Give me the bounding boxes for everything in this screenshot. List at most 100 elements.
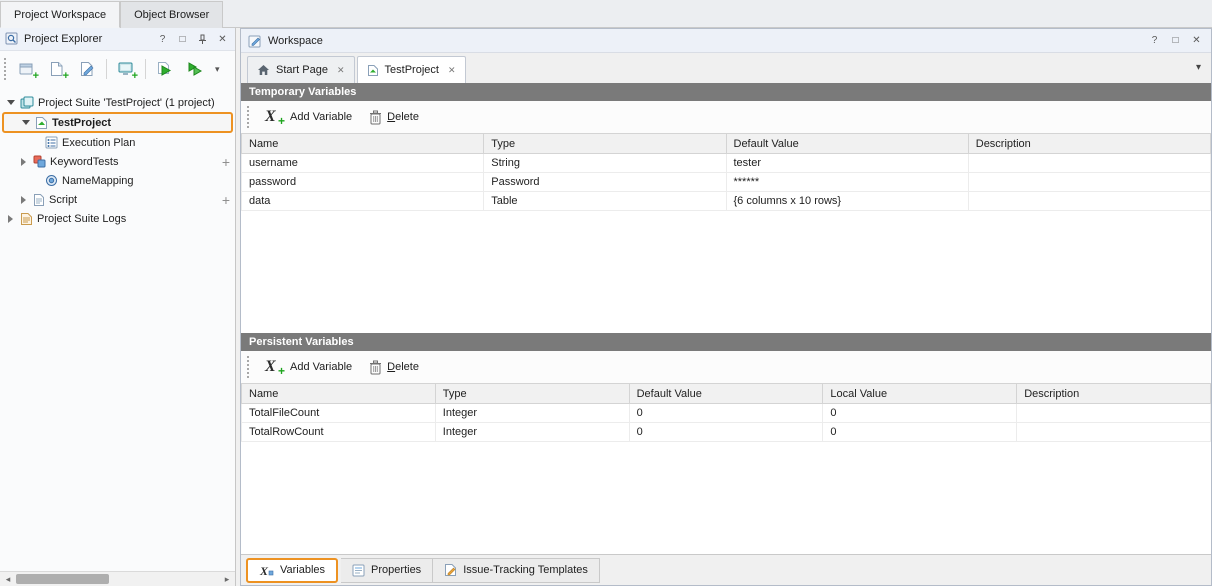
maximize-icon[interactable]: □ [1168,33,1183,49]
workspace-icon [248,34,262,48]
section-title: Persistent Variables [249,336,354,348]
cell-name[interactable]: username [242,154,484,173]
collapse-icon[interactable] [20,120,31,125]
new-project-button[interactable]: + [44,56,70,82]
add-variable-button[interactable]: X+ Add Variable [260,355,357,379]
tab-close-icon[interactable]: ✕ [337,65,345,76]
new-project-suite-button[interactable]: + [14,56,40,82]
table-row[interactable]: TotalFileCount Integer 0 0 [242,404,1211,423]
cell-name[interactable]: data [242,192,484,211]
tab-project-workspace[interactable]: Project Workspace [0,1,120,28]
close-icon[interactable]: ✕ [215,31,230,47]
cell-type[interactable]: Integer [435,423,629,442]
add-variable-icon: X+ [265,108,285,126]
tab-label: Issue-Tracking Templates [463,564,588,576]
scroll-left-icon[interactable]: ◂ [0,572,16,586]
tab-start-page[interactable]: Start Page ✕ [247,56,355,83]
help-icon[interactable]: ? [1147,33,1162,49]
execution-plan-icon [45,136,58,149]
expand-icon[interactable] [18,196,29,204]
cell-default-value[interactable]: ****** [726,173,968,192]
collapse-icon[interactable] [5,100,16,105]
open-file-button[interactable] [74,56,100,82]
tree-item-keywordtests[interactable]: KeywordTests + [0,152,235,171]
cell-description[interactable] [968,154,1210,173]
table-row[interactable]: username String tester [242,154,1211,173]
column-header-name: Name [242,384,436,404]
cell-description[interactable] [968,192,1210,211]
tab-label: Variables [280,564,325,576]
cell-type[interactable]: Table [484,192,726,211]
pin-icon[interactable] [195,31,210,47]
tree-item-label: Project Suite Logs [37,213,126,225]
run-profile-button[interactable] [182,56,208,82]
column-header-type: Type [484,134,726,154]
toolbar-separator [106,59,107,79]
cell-name[interactable]: TotalRowCount [242,423,436,442]
delete-variable-label: Delete [387,361,419,373]
help-icon[interactable]: ? [155,31,170,47]
add-item-icon[interactable]: + [218,193,230,207]
cell-default-value[interactable]: tester [726,154,968,173]
column-header-default-value: Default Value [629,384,823,404]
tab-issue-tracking-templates[interactable]: Issue-Tracking Templates [433,558,600,583]
table-row[interactable]: password Password ****** [242,173,1211,192]
cell-name[interactable]: password [242,173,484,192]
tab-list-dropdown-icon[interactable]: ▾ [1196,62,1201,73]
connect-source-control-button[interactable]: + [113,56,139,82]
cell-local-value[interactable]: 0 [823,404,1017,423]
tree-item-label: TestProject [52,117,111,129]
cell-name[interactable]: TotalFileCount [242,404,436,423]
cell-type[interactable]: Password [484,173,726,192]
tab-testproject[interactable]: TestProject ✕ [357,56,466,83]
toolbar-grip[interactable] [247,106,251,128]
tab-close-icon[interactable]: ✕ [448,65,456,76]
tree-item-namemapping[interactable]: NameMapping [0,171,235,190]
tab-variables[interactable]: X Variables [246,558,338,583]
delete-variable-button[interactable]: Delete [364,357,424,378]
maximize-icon[interactable]: □ [175,31,190,47]
cell-type[interactable]: String [484,154,726,173]
scrollbar-thumb[interactable] [16,574,109,584]
toolbar-dropdown-icon[interactable]: ▾ [212,64,223,75]
tree-item-project-suite-logs[interactable]: Project Suite Logs [0,209,235,228]
namemapping-icon [45,174,58,187]
workspace-panel: Workspace ? □ ✕ Start Page ✕ TestP [240,28,1212,586]
run-project-button[interactable] [152,56,178,82]
scrollbar-track[interactable] [16,572,219,586]
expand-icon[interactable] [18,158,29,166]
column-header-default-value: Default Value [726,134,968,154]
tree-item-label: Execution Plan [62,137,135,149]
tab-object-browser[interactable]: Object Browser [120,1,223,28]
cell-type[interactable]: Integer [435,404,629,423]
cell-description[interactable] [1017,423,1211,442]
add-variable-icon: X+ [265,358,285,376]
scroll-right-icon[interactable]: ▸ [219,572,235,586]
column-header-type: Type [435,384,629,404]
column-header-description: Description [968,134,1210,154]
tree-item-execution-plan[interactable]: Execution Plan [0,133,235,152]
add-variable-button[interactable]: X+ Add Variable [260,105,357,129]
delete-variable-button[interactable]: Delete [364,107,424,128]
project-suite-icon [20,96,34,110]
tab-label: TestProject [385,64,439,76]
cell-default-value[interactable]: 0 [629,404,823,423]
tab-label: Start Page [276,64,328,76]
cell-default-value[interactable]: 0 [629,423,823,442]
table-row[interactable]: data Table {6 columns x 10 rows} [242,192,1211,211]
expand-icon[interactable] [5,215,16,223]
table-row[interactable]: TotalRowCount Integer 0 0 [242,423,1211,442]
cell-description[interactable] [968,173,1210,192]
cell-default-value[interactable]: {6 columns x 10 rows} [726,192,968,211]
toolbar-grip[interactable] [4,58,8,80]
persistent-variables-grid: Name Type Default Value Local Value Desc… [241,383,1211,554]
tree-item-testproject[interactable]: TestProject [2,112,233,133]
toolbar-grip[interactable] [247,356,251,378]
tree-item-project-suite[interactable]: Project Suite 'TestProject' (1 project) [0,93,235,112]
tree-item-script[interactable]: Script + [0,190,235,209]
cell-local-value[interactable]: 0 [823,423,1017,442]
add-item-icon[interactable]: + [218,155,230,169]
tab-properties[interactable]: Properties [341,558,433,583]
close-icon[interactable]: ✕ [1189,33,1204,49]
cell-description[interactable] [1017,404,1211,423]
